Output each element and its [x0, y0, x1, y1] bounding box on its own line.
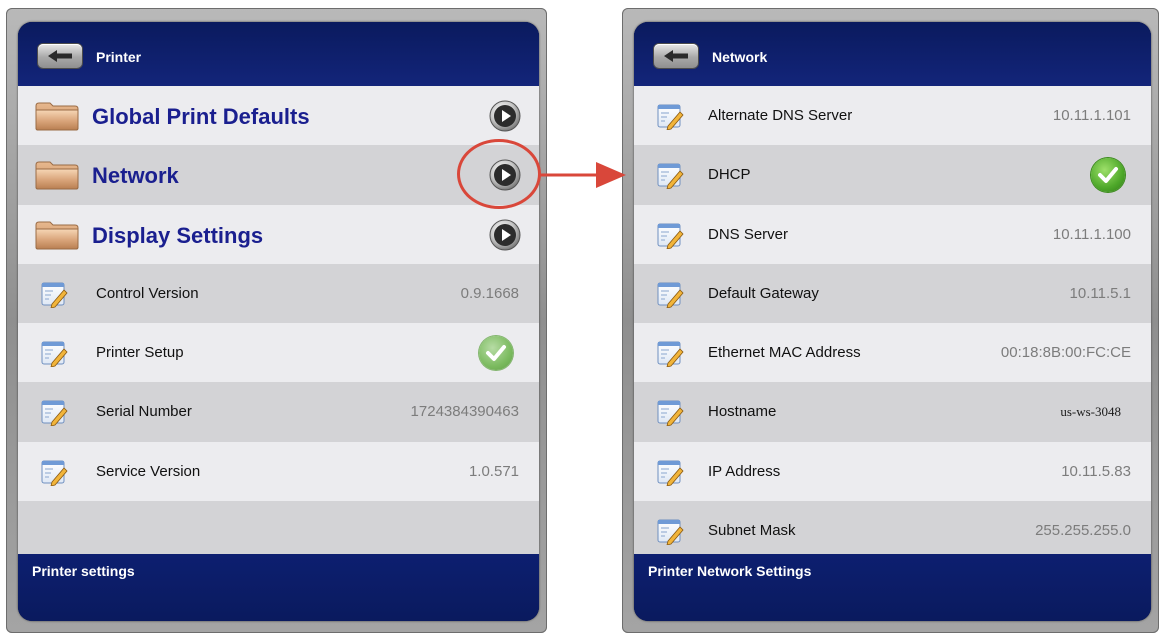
edit-note-icon	[41, 282, 68, 308]
network-screen: Network Alternate DNS Server 10.11.1.101	[634, 22, 1151, 621]
setting-value: 10.11.1.100	[1052, 225, 1131, 243]
play-arrow-icon[interactable]	[489, 219, 521, 251]
status-footer: Printer settings	[18, 554, 539, 621]
edit-note-icon	[657, 223, 684, 249]
pointer-arrow-icon	[538, 162, 626, 188]
setting-value: 00:18:8B:00:FC:CE	[1000, 344, 1131, 362]
network-settings-list: Alternate DNS Server 10.11.1.101 DHCP DN…	[634, 86, 1151, 561]
edit-note-icon	[657, 519, 684, 546]
status-footer: Printer Network Settings	[634, 554, 1151, 621]
setting-row-control-version[interactable]: Control Version 0.9.1668	[18, 263, 539, 324]
play-arrow-icon[interactable]	[489, 100, 521, 132]
setting-label: Ethernet MAC Address	[708, 344, 861, 362]
page-title: Printer	[96, 49, 142, 65]
setting-label: Serial Number	[96, 403, 192, 421]
setting-label: Printer Setup	[96, 344, 184, 362]
setting-label: Control Version	[96, 284, 199, 302]
setting-row-printer-setup[interactable]: Printer Setup	[18, 323, 539, 383]
edit-note-icon	[657, 163, 684, 190]
setting-row-serial-number[interactable]: Serial Number 1724384390463	[18, 382, 539, 442]
edit-note-icon	[657, 341, 684, 368]
folder-label: Display Settings	[92, 222, 264, 248]
edit-note-icon	[657, 104, 684, 130]
edit-note-icon	[41, 400, 68, 427]
setting-row-service-version[interactable]: Service Version 1.0.571	[18, 441, 539, 502]
footer-text: Printer settings	[32, 563, 135, 579]
empty-row	[18, 501, 539, 561]
checkmark-icon[interactable]	[1091, 158, 1125, 193]
edit-note-icon	[657, 282, 684, 308]
back-arrow-icon	[48, 50, 72, 62]
printer-settings-window: Printer Global Print Defaults Network Di…	[6, 8, 547, 633]
setting-row-alternate-dns-server[interactable]: Alternate DNS Server 10.11.1.101	[634, 86, 1151, 146]
setting-value: 10.11.1.101	[1052, 107, 1131, 124]
highlight-circle	[457, 139, 541, 209]
setting-row-ip-address[interactable]: IP Address 10.11.5.83	[634, 441, 1151, 502]
folder-row-display-settings[interactable]: Display Settings	[18, 204, 539, 264]
edit-note-icon	[41, 460, 68, 486]
setting-value: 0.9.1668	[460, 284, 519, 302]
setting-value: 1724384390463	[410, 403, 519, 421]
setting-label: Default Gateway	[708, 284, 819, 302]
setting-row-subnet-mask[interactable]: Subnet Mask 255.255.255.0	[634, 501, 1151, 561]
printer-screen: Printer Global Print Defaults Network Di…	[18, 22, 539, 621]
setting-value: us-ws-3048	[1060, 404, 1121, 420]
folder-icon	[35, 161, 79, 190]
checkmark-icon[interactable]	[479, 336, 513, 371]
header-bar: Printer	[18, 22, 539, 86]
back-button[interactable]	[654, 44, 698, 68]
setting-label: DHCP	[708, 166, 751, 184]
folder-icon	[35, 221, 79, 250]
folder-row-global-print-defaults[interactable]: Global Print Defaults	[18, 86, 539, 146]
setting-label: Subnet Mask	[708, 522, 796, 540]
setting-label: Alternate DNS Server	[708, 107, 853, 124]
folder-icon	[35, 102, 79, 131]
folder-label: Global Print Defaults	[92, 104, 310, 129]
back-arrow-icon	[664, 50, 688, 62]
setting-row-dhcp[interactable]: DHCP	[634, 145, 1151, 205]
edit-note-icon	[41, 341, 68, 368]
setting-row-dns-server[interactable]: DNS Server 10.11.1.100	[634, 204, 1151, 264]
setting-value: 10.11.5.1	[1069, 284, 1131, 302]
setting-value: 1.0.571	[468, 462, 519, 480]
setting-value: 10.11.5.83	[1061, 462, 1131, 480]
setting-value: 255.255.255.0	[1035, 522, 1131, 540]
setting-row-ethernet-mac-address[interactable]: Ethernet MAC Address 00:18:8B:00:FC:CE	[634, 323, 1151, 383]
edit-note-icon	[657, 460, 684, 486]
setting-row-hostname[interactable]: Hostname us-ws-3048	[634, 382, 1151, 442]
header-bar: Network	[634, 22, 1151, 86]
back-button[interactable]	[38, 44, 82, 68]
setting-label: DNS Server	[708, 225, 789, 243]
setting-label: IP Address	[708, 462, 781, 480]
folder-label: Network	[92, 163, 179, 189]
edit-note-icon	[657, 400, 684, 427]
page-title: Network	[712, 49, 768, 65]
network-settings-window: Network Alternate DNS Server 10.11.1.101	[622, 8, 1159, 633]
setting-label: Service Version	[96, 462, 201, 480]
setting-label: Hostname	[708, 403, 777, 421]
footer-text: Printer Network Settings	[648, 563, 812, 579]
setting-row-default-gateway[interactable]: Default Gateway 10.11.5.1	[634, 263, 1151, 324]
